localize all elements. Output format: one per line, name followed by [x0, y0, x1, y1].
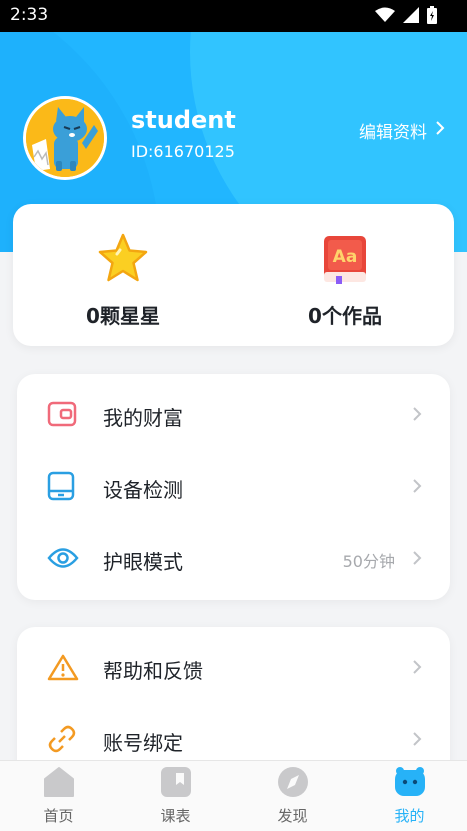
- nav-me-label: 我的: [394, 807, 425, 825]
- home-icon: [0, 765, 117, 803]
- menu-item-eye-care-label: 护眼模式: [103, 549, 183, 574]
- book-icon: Aa: [265, 232, 425, 290]
- warning-icon: [47, 653, 79, 685]
- nav-discover-label: 发现: [277, 807, 308, 825]
- wifi-icon: [375, 7, 395, 27]
- menu-item-help[interactable]: 帮助和反馈: [17, 633, 450, 705]
- menu-item-wealth-label: 我的财富: [103, 405, 183, 430]
- battery-icon: [427, 6, 437, 28]
- nav-schedule-label: 课表: [160, 807, 191, 825]
- menu-item-eye-care[interactable]: 护眼模式 50分钟: [17, 524, 450, 596]
- nav-schedule[interactable]: 课表: [117, 765, 234, 826]
- nav-home-label: 首页: [43, 807, 74, 825]
- tablet-icon: [47, 471, 75, 505]
- edit-profile-label: 编辑资料: [359, 123, 427, 143]
- works-stat[interactable]: Aa 0个作品: [265, 232, 425, 329]
- schedule-icon: [117, 765, 234, 803]
- works-label: 0个作品: [308, 304, 382, 328]
- eye-care-duration: 50分钟: [342, 552, 395, 571]
- avatar[interactable]: [23, 96, 107, 180]
- compass-icon: [234, 765, 351, 803]
- chevron-right-icon: [412, 550, 422, 570]
- me-icon: [351, 765, 467, 803]
- nav-discover[interactable]: 发现: [234, 765, 351, 826]
- svg-text:Aa: Aa: [333, 247, 358, 267]
- menu-card-primary: 我的财富 设备检测 护眼模式 50分钟: [17, 374, 450, 600]
- edit-profile-button[interactable]: 编辑资料: [359, 118, 445, 143]
- bottom-nav: 首页 课表 发现 我的: [0, 760, 467, 831]
- cat-avatar-icon: [26, 99, 104, 177]
- nav-home[interactable]: 首页: [0, 765, 117, 826]
- signal-icon: [403, 7, 419, 27]
- nav-me[interactable]: 我的: [351, 765, 467, 826]
- link-icon: [47, 724, 77, 758]
- chevron-right-icon: [435, 120, 445, 141]
- status-icons: [375, 6, 437, 28]
- eye-icon: [47, 547, 79, 573]
- stars-label: 0颗星星: [86, 304, 160, 328]
- wallet-icon: [47, 401, 77, 431]
- username: student: [131, 106, 236, 134]
- menu-item-device-check[interactable]: 设备检测: [17, 452, 450, 524]
- status-time: 2:33: [10, 5, 49, 25]
- menu-item-device-check-label: 设备检测: [103, 477, 183, 502]
- menu-item-help-label: 帮助和反馈: [103, 658, 203, 683]
- stats-card: 0颗星星 Aa 0个作品: [13, 204, 454, 346]
- chevron-right-icon: [412, 406, 422, 426]
- menu-item-account-binding-label: 账号绑定: [103, 730, 183, 755]
- user-id: ID:61670125: [131, 142, 235, 161]
- menu-item-wealth[interactable]: 我的财富: [17, 380, 450, 452]
- status-bar: 2:33: [0, 0, 467, 32]
- stars-stat[interactable]: 0颗星星: [43, 232, 203, 329]
- chevron-right-icon: [412, 659, 422, 679]
- chevron-right-icon: [412, 478, 422, 498]
- chevron-right-icon: [412, 731, 422, 751]
- star-icon: [43, 232, 203, 290]
